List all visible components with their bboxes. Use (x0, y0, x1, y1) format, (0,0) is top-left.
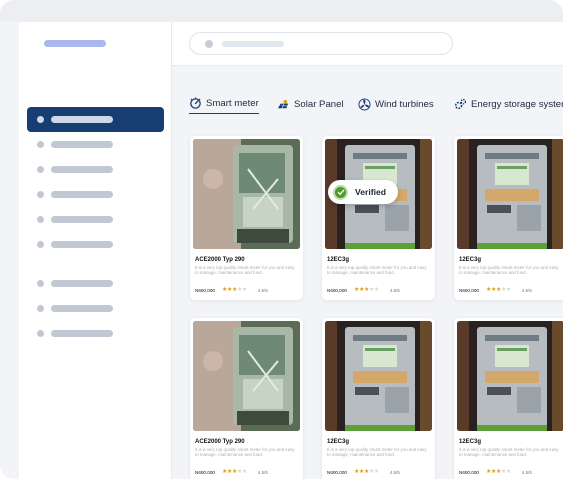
wind-turbine-icon (358, 97, 371, 111)
product-rating: 4.5/5 (522, 470, 532, 475)
product-card[interactable]: 12EC3g It is a very top quality smart me… (454, 318, 563, 479)
product-image-kiosk (457, 321, 563, 431)
nav-icon (37, 191, 44, 198)
product-description: It is a very top quality smart meter for… (195, 265, 295, 276)
product-image-kiosk (457, 139, 563, 249)
tab-label: Energy storage syster (471, 98, 563, 110)
nav-label-placeholder (51, 330, 113, 337)
product-rating: 4.5/5 (258, 470, 268, 475)
product-card[interactable]: ACE2000 Typ 290 It is a very top quality… (190, 318, 303, 479)
sidebar-item-6[interactable] (27, 232, 164, 257)
nav-label-placeholder (51, 141, 113, 148)
energy-storage-icon (454, 98, 467, 109)
product-rating: 4.5/5 (522, 288, 532, 293)
sidebar-item-7[interactable] (27, 271, 164, 296)
tab-solar-panel[interactable]: Solar Panel (277, 94, 344, 114)
product-price: N600,000 (195, 288, 215, 293)
nav-icon (37, 305, 44, 312)
check-icon (333, 184, 348, 200)
product-rating: 4.5/5 (258, 288, 268, 293)
sidebar-item-8[interactable] (27, 296, 164, 321)
product-image-kiosk (325, 321, 432, 431)
sidebar-item-5[interactable] (27, 207, 164, 232)
product-card[interactable]: 12EC3g It is a very top quality smart me… (454, 136, 563, 300)
product-title: 12EC3g (327, 257, 350, 263)
nav-icon (37, 330, 44, 337)
verified-label: Verified (355, 187, 387, 197)
product-description: It is a very top quality smart meter for… (459, 447, 559, 458)
solar-panel-icon (277, 99, 289, 108)
star-rating-icons: ★★★★★ (486, 469, 511, 475)
product-title: 12EC3g (459, 257, 482, 263)
product-card[interactable]: ACE2000 Typ 290 It is a very top quality… (190, 136, 303, 300)
star-rating-icons: ★★★★★ (354, 287, 379, 293)
nav-label-placeholder (51, 191, 113, 198)
product-price: N600,000 (327, 470, 347, 475)
product-title: ACE2000 Typ 290 (195, 439, 245, 445)
product-price: N600,000 (327, 288, 347, 293)
tab-energy-storage[interactable]: Energy storage syster (454, 94, 563, 114)
product-title: ACE2000 Typ 290 (195, 257, 245, 263)
star-rating-icons: ★★★★★ (354, 469, 379, 475)
product-description: It is a very top quality smart meter for… (195, 447, 295, 458)
search-icon (205, 40, 213, 48)
tab-label: Wind turbines (375, 98, 434, 110)
product-image-meter (193, 139, 300, 249)
tab-wind-turbines[interactable]: Wind turbines (358, 94, 434, 114)
nav-icon (37, 216, 44, 223)
nav-label-placeholder (51, 280, 113, 287)
product-card[interactable]: 12EC3g It is a very top quality smart me… (322, 318, 435, 479)
product-title: 12EC3g (327, 439, 350, 445)
nav-label-placeholder (51, 241, 113, 248)
sidebar (19, 22, 172, 479)
search-placeholder (222, 41, 284, 47)
nav-icon (37, 280, 44, 287)
product-price: N600,000 (459, 288, 479, 293)
sidebar-item-2[interactable] (27, 132, 164, 157)
star-rating-icons: ★★★★★ (222, 287, 247, 293)
window-top-strip (0, 0, 563, 22)
sidebar-item-9[interactable] (27, 321, 164, 346)
sidebar-item-4[interactable] (27, 182, 164, 207)
nav-icon (37, 241, 44, 248)
product-card[interactable]: 12EC3g It is a very top quality smart me… (322, 136, 435, 300)
category-tabs: Smart meter Solar Panel Wind turbines En… (189, 94, 563, 116)
nav-label-placeholder (51, 116, 113, 123)
nav-label-placeholder (51, 305, 113, 312)
tab-label: Smart meter (206, 98, 259, 109)
nav-label-placeholder (51, 166, 113, 173)
product-price: N600,000 (195, 470, 215, 475)
nav-label-placeholder (51, 216, 113, 223)
star-rating-icons: ★★★★★ (222, 469, 247, 475)
product-description: It is a very top quality smart meter for… (459, 265, 559, 276)
star-rating-icons: ★★★★★ (486, 287, 511, 293)
search-input[interactable] (189, 32, 453, 55)
product-price: N600,000 (459, 470, 479, 475)
meter-icon (190, 97, 201, 109)
product-title: 12EC3g (459, 439, 482, 445)
tab-smart-meter[interactable]: Smart meter (189, 94, 259, 114)
sidebar-item-3[interactable] (27, 157, 164, 182)
nav-icon (37, 166, 44, 173)
verified-badge: Verified (328, 180, 398, 204)
logo-placeholder (44, 40, 106, 47)
nav-icon (37, 116, 44, 123)
top-header (172, 22, 563, 66)
tab-label: Solar Panel (294, 98, 344, 110)
product-rating: 4.5/5 (390, 470, 400, 475)
product-image-meter (193, 321, 300, 431)
nav-icon (37, 141, 44, 148)
product-description: It is a very top quality smart meter for… (327, 265, 427, 276)
app-window: Smart meter Solar Panel Wind turbines En… (0, 0, 563, 479)
sidebar-item-1[interactable] (27, 107, 164, 132)
product-description: It is a very top quality smart meter for… (327, 447, 427, 458)
product-rating: 4.5/5 (390, 288, 400, 293)
